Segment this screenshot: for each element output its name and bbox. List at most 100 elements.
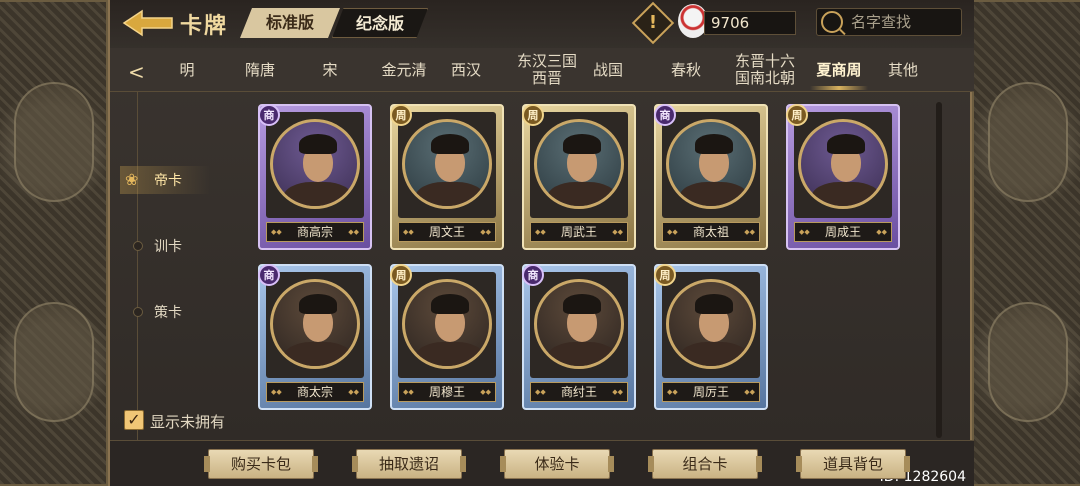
category-label: 训卡 [154, 239, 182, 255]
show-unowned-label: 显示未拥有 [150, 413, 226, 431]
warning-icon[interactable]: ! [631, 1, 675, 45]
footer-button-2[interactable]: 体验卡 [500, 449, 614, 479]
footer-button-0[interactable]: 购买卡包 [204, 449, 318, 479]
card-name: 周成王 [794, 222, 892, 242]
card-name: 周穆王 [398, 382, 496, 402]
dragon-emblem-icon [988, 302, 1068, 422]
dynasty-badge: 周 [522, 104, 544, 126]
tab-era-9[interactable]: 夏商周 [804, 48, 874, 92]
header-bar: 卡牌 标准版 纪念版 ! 9706 [110, 0, 974, 48]
portrait-image [534, 279, 624, 369]
tab-era-3[interactable]: 金元清 [366, 48, 442, 92]
footer-button-3[interactable]: 组合卡 [648, 449, 762, 479]
card-name-text: 商太宗 [296, 385, 333, 399]
card-name: 周文王 [398, 222, 496, 242]
dot-icon [133, 241, 143, 251]
general-card[interactable]: 周周武王 [522, 104, 636, 250]
right-decor-panel [972, 0, 1080, 486]
general-card[interactable]: 周周成王 [786, 104, 900, 250]
card-name: 商太宗 [266, 382, 364, 402]
era-tab-bar: < 明隋唐宋金元清 西汉 东汉三国 西晋 战国 春秋 东晋十六 国南北朝 夏商周 其他 [110, 48, 974, 92]
card-name: 周武王 [530, 222, 628, 242]
category-label: 帝卡 [154, 173, 182, 189]
portrait-image [798, 119, 888, 209]
card-name-text: 周文王 [428, 225, 465, 239]
tab-standard-edition[interactable]: 标准版 [240, 8, 340, 38]
dynasty-badge: 周 [390, 104, 412, 126]
category-item-1[interactable]: 训卡 [120, 232, 210, 260]
portrait-image [666, 279, 756, 369]
card-art-area [266, 112, 364, 218]
general-card[interactable]: 商商太宗 [258, 264, 372, 410]
card-art-area [530, 112, 628, 218]
portrait-image [666, 119, 756, 209]
portrait-image [402, 279, 492, 369]
tab-era-2[interactable]: 宋 [302, 48, 358, 92]
dot-icon [133, 307, 143, 317]
card-name: 商太祖 [662, 222, 760, 242]
card-name-text: 周武王 [560, 225, 597, 239]
tab-era-7[interactable]: 春秋 [658, 48, 714, 92]
card-name-text: 周厉王 [692, 385, 729, 399]
card-collection-panel: 卡牌 标准版 纪念版 ! 9706 < 明隋唐宋金元清西汉东汉三国 西晋战国春秋… [108, 0, 974, 486]
search-icon[interactable] [821, 11, 843, 33]
category-item-2[interactable]: 策卡 [120, 298, 210, 326]
card-art-area [794, 112, 892, 218]
back-arrow-icon[interactable] [122, 8, 176, 38]
card-art-area [530, 272, 628, 378]
dynasty-badge: 商 [522, 264, 544, 286]
footer-bar: ID: 1282604 购买卡包 抽取遗诏 体验卡 组合卡 道具背包 [110, 440, 974, 486]
general-card[interactable]: 周周文王 [390, 104, 504, 250]
card-art-area [266, 272, 364, 378]
general-card[interactable]: 商商纣王 [522, 264, 636, 410]
tab-era-0[interactable]: 明 [158, 48, 216, 92]
show-unowned-checkbox[interactable]: ✓ [124, 410, 144, 430]
portrait-image [270, 279, 360, 369]
dynasty-badge: 商 [654, 104, 676, 126]
card-name-text: 商太祖 [692, 225, 729, 239]
card-name: 周厉王 [662, 382, 760, 402]
card-name-text: 周成王 [824, 225, 861, 239]
general-card[interactable]: 商商高宗 [258, 104, 372, 250]
dynasty-badge: 周 [786, 104, 808, 126]
card-name: 商纣王 [530, 382, 628, 402]
tab-era-6[interactable]: 战国 [580, 48, 636, 92]
scrollbar[interactable] [936, 102, 942, 438]
currency-amount: 9706 [711, 14, 750, 32]
category-label: 策卡 [154, 305, 182, 321]
category-item-0[interactable]: ❀ 帝卡 [120, 166, 210, 194]
general-card[interactable]: 商商太祖 [654, 104, 768, 250]
search-input[interactable] [851, 12, 957, 32]
card-name: 商高宗 [266, 222, 364, 242]
card-name-text: 商纣王 [560, 385, 597, 399]
card-art-area [398, 112, 496, 218]
dynasty-badge: 商 [258, 264, 280, 286]
dragon-emblem-icon [14, 302, 94, 422]
general-card[interactable]: 周周穆王 [390, 264, 504, 410]
footer-button-4[interactable]: 道具背包 [796, 449, 910, 479]
currency-display: 9706 [704, 11, 796, 35]
tab-era-5[interactable]: 东汉三国 西晋 [504, 48, 590, 92]
footer-button-1[interactable]: 抽取遗诏 [352, 449, 466, 479]
search-box[interactable] [816, 8, 962, 36]
chevron-left-icon[interactable]: < [128, 60, 145, 84]
page-title: 卡牌 [180, 14, 229, 39]
card-art-area [662, 272, 760, 378]
dragon-emblem-icon [988, 82, 1068, 202]
left-decor-panel [0, 0, 108, 486]
dynasty-badge: 周 [654, 264, 676, 286]
dragon-emblem-icon [14, 82, 94, 202]
card-name-text: 商高宗 [296, 225, 333, 239]
lotus-icon: ❀ [125, 170, 139, 189]
tab-memorial-edition[interactable]: 纪念版 [332, 8, 428, 38]
tab-era-1[interactable]: 隋唐 [224, 48, 296, 92]
tab-era-8[interactable]: 东晋十六 国南北朝 [722, 48, 808, 92]
card-art-area [662, 112, 760, 218]
tab-era-10[interactable]: 其他 [874, 48, 932, 92]
general-card[interactable]: 周周厉王 [654, 264, 768, 410]
portrait-image [402, 119, 492, 209]
card-art-area [398, 272, 496, 378]
category-divider [137, 92, 138, 442]
dynasty-badge: 商 [258, 104, 280, 126]
tab-era-4[interactable]: 西汉 [438, 48, 494, 92]
